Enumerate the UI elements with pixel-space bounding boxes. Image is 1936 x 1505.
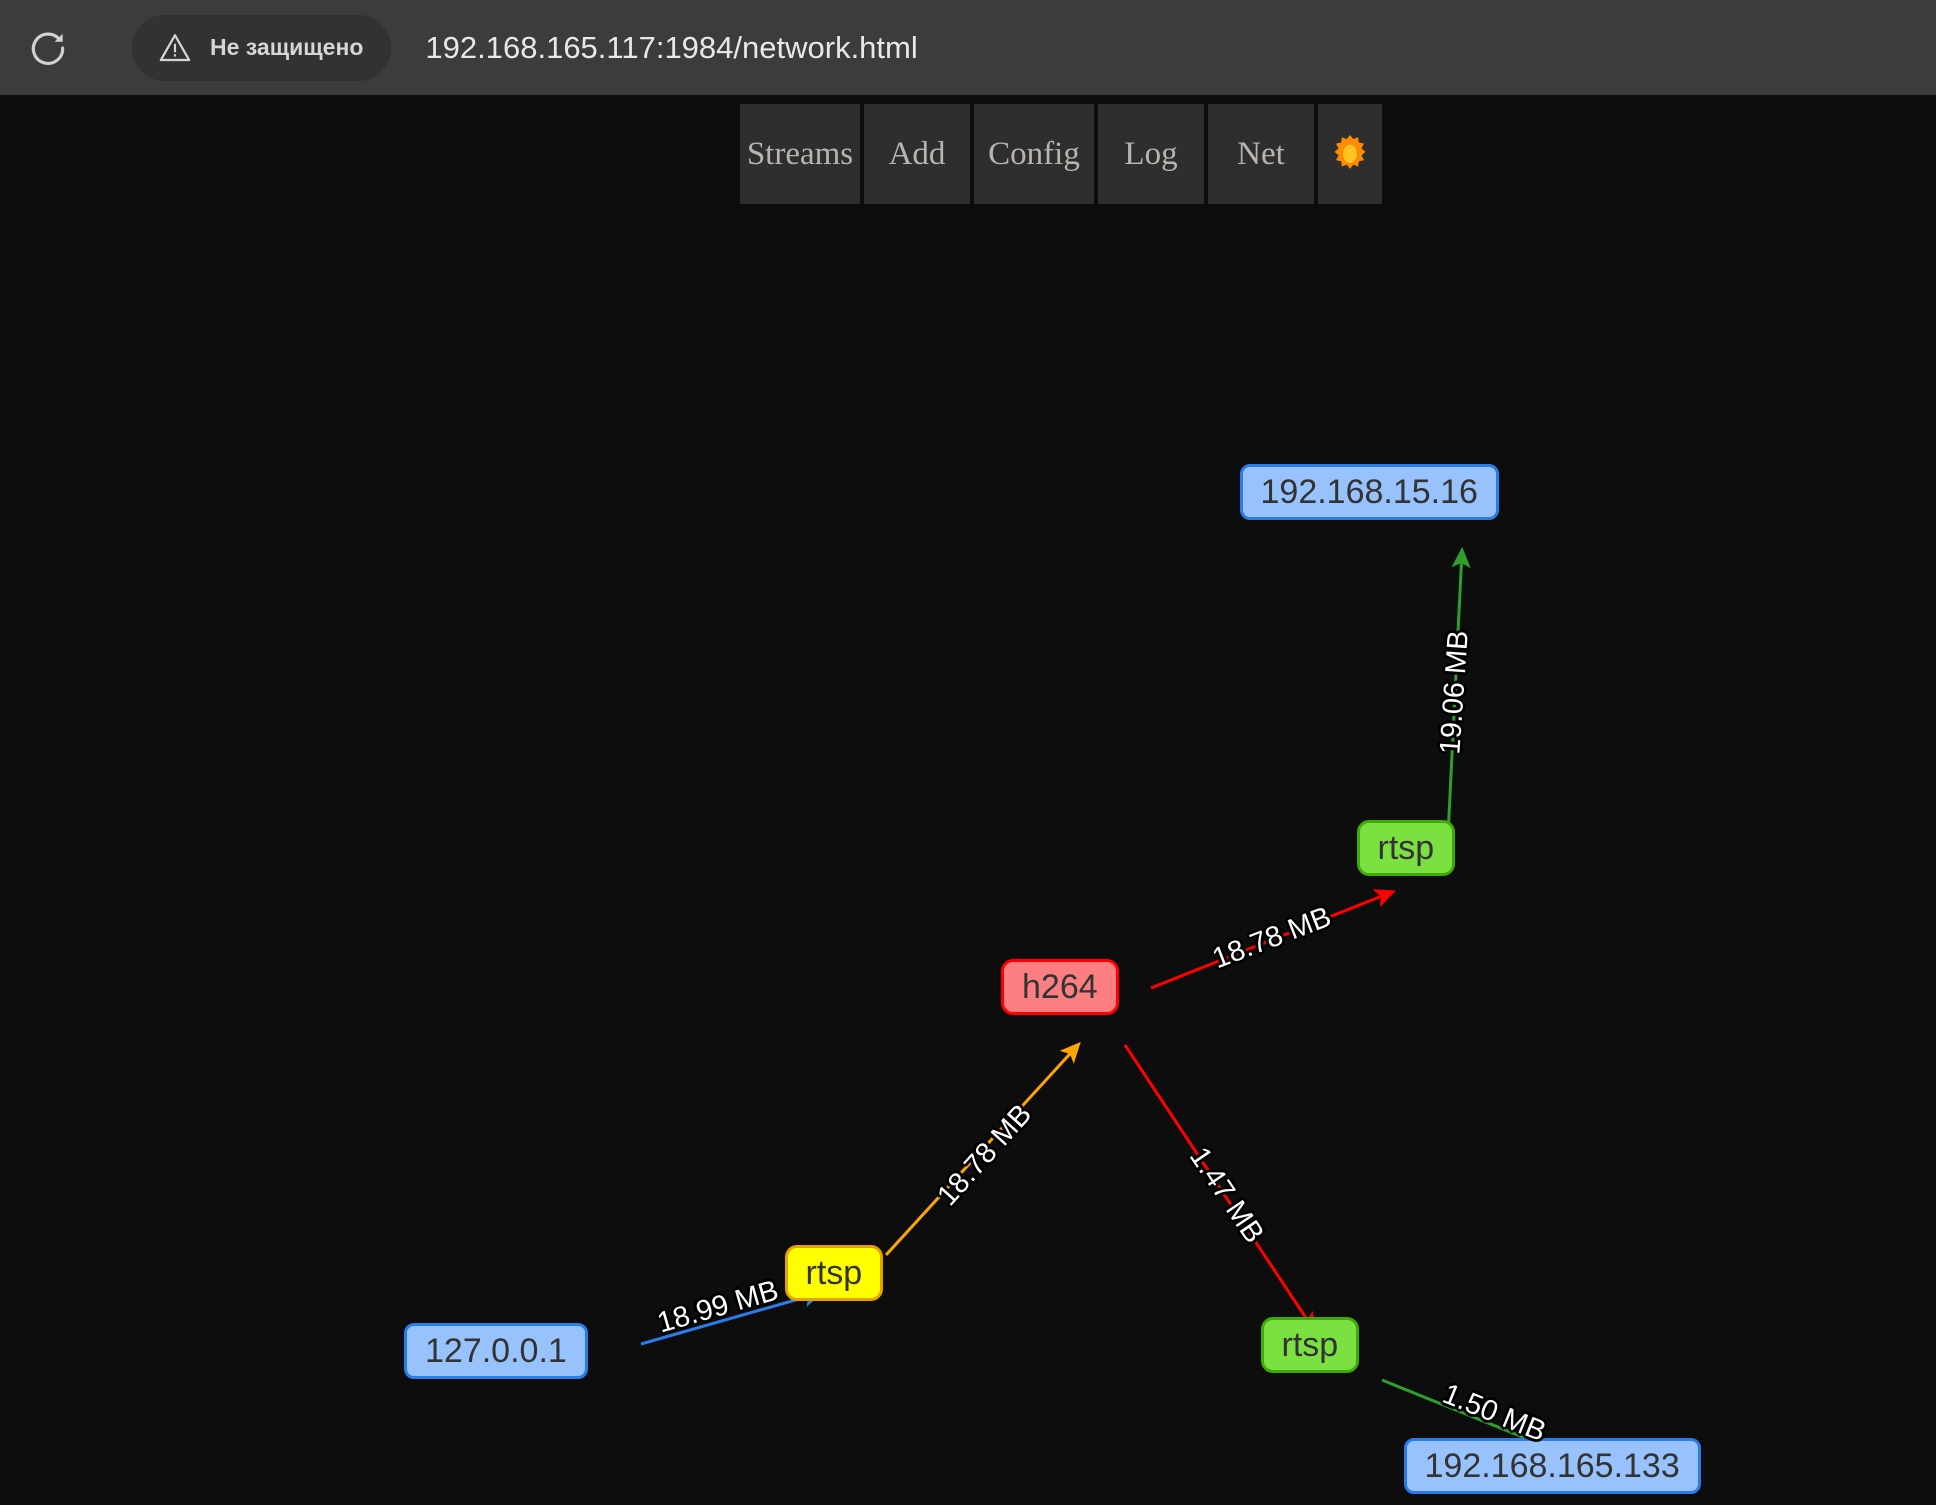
- security-status-chip[interactable]: Не защищено: [132, 15, 391, 81]
- graph-node-192-168-15-16[interactable]: 192.168.15.16: [1240, 464, 1499, 520]
- graph-node-127-0-0-1[interactable]: 127.0.0.1: [404, 1323, 588, 1379]
- graph-node-h264[interactable]: h264: [1001, 959, 1119, 1015]
- network-graph[interactable]: 192.168.15.16 rtsp h264 rtsp 127.0.0.1 rtsp 19…: [0, 95, 1936, 1505]
- reload-icon: [26, 26, 70, 70]
- graph-edge-n3-n2[interactable]: [1151, 892, 1392, 988]
- graph-node-rtsp[interactable]: rtsp: [1357, 820, 1456, 876]
- graph-edge-n3-n6[interactable]: [1125, 1045, 1314, 1330]
- graph-edges: [0, 95, 1936, 1505]
- reload-button[interactable]: [20, 20, 76, 76]
- graph-node-rtsp[interactable]: rtsp: [785, 1245, 884, 1301]
- url-bar-text[interactable]: 192.168.165.117:1984/network.html: [425, 30, 917, 66]
- graph-node-rtsp[interactable]: rtsp: [1261, 1317, 1360, 1373]
- warning-triangle-icon: [158, 31, 192, 65]
- graph-edge-n2-n1[interactable]: [1448, 551, 1462, 836]
- browser-chrome: Не защищено 192.168.165.117:1984/network…: [0, 0, 1936, 95]
- page-content: Streams Add Config Log Net: [0, 95, 1936, 1505]
- graph-edge-n4-n3[interactable]: [886, 1045, 1078, 1255]
- security-status-label: Не защищено: [210, 34, 363, 61]
- graph-node-192-168-165-133[interactable]: 192.168.165.133: [1404, 1438, 1701, 1494]
